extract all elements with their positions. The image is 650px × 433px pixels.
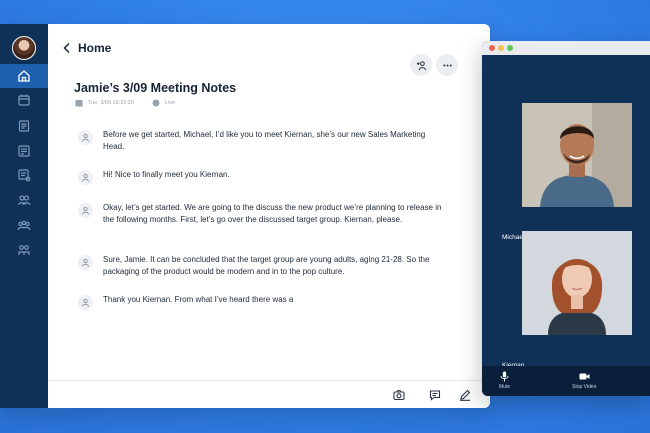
edit-button[interactable] xyxy=(458,388,472,402)
sidebar-item-notes[interactable] xyxy=(0,114,48,138)
list-item: Okay, let’s get started. We are going to… xyxy=(78,202,448,225)
sidebar-rail xyxy=(0,24,48,408)
comment-icon xyxy=(429,390,441,401)
camera-icon xyxy=(393,389,405,401)
window-minimize-button[interactable] xyxy=(498,45,504,51)
more-options-button[interactable] xyxy=(436,54,458,76)
stop-video-label: Stop Video xyxy=(572,384,597,390)
video-call-window: Michael Kiernan Mute xyxy=(482,41,650,396)
participant-video-michael[interactable] xyxy=(522,103,632,207)
stop-video-button[interactable]: Stop Video xyxy=(572,371,596,390)
mute-button[interactable]: Mute xyxy=(499,371,510,390)
window-titlebar xyxy=(482,41,650,55)
participant-avatar xyxy=(78,203,93,218)
person-icon xyxy=(82,133,89,142)
back-to-home-link[interactable]: Home xyxy=(62,41,111,55)
sidebar-item-shared-notes[interactable] xyxy=(0,163,48,187)
participant-avatar xyxy=(78,295,93,310)
person-icon xyxy=(82,298,89,307)
list-item: Thank you Kiernan. From what I’ve heard … xyxy=(78,294,448,310)
note-title: Jamie’s 3/09 Meeting Notes xyxy=(74,81,237,95)
sidebar-item-teams[interactable] xyxy=(0,238,48,262)
participant-photo xyxy=(522,103,632,207)
people-icon xyxy=(17,195,31,206)
note-status: Live xyxy=(164,100,176,106)
sidebar-item-people[interactable] xyxy=(0,188,48,212)
sidebar-item-groups[interactable] xyxy=(0,214,48,238)
document-icon xyxy=(18,120,30,132)
list-item: Sure, Jamie. It can be concluded that th… xyxy=(78,254,448,277)
video-grid: Michael Kiernan xyxy=(482,55,650,369)
list-item: Hi! Nice to finally meet you Kiernan. xyxy=(78,169,448,185)
group-icon xyxy=(17,220,31,231)
person-icon xyxy=(82,258,89,267)
message-text: Hi! Nice to finally meet you Kiernan. xyxy=(103,170,230,179)
call-controls: Mute Stop Video xyxy=(482,366,650,396)
checklist-icon xyxy=(18,145,30,157)
participant-avatar xyxy=(78,130,93,145)
notes-content: Home Jamie’s 3/09 Meeting Notes Tue, 3/0… xyxy=(48,24,490,408)
sidebar-item-calendar[interactable] xyxy=(0,88,48,112)
message-text: Before we get started, Michael, I’d like… xyxy=(103,130,426,151)
person-icon xyxy=(82,206,89,215)
calendar-small-icon xyxy=(75,100,83,107)
message-text: Thank you Kiernan. From what I’ve heard … xyxy=(103,295,294,304)
video-camera-icon xyxy=(579,373,590,380)
camera-button[interactable] xyxy=(392,388,406,402)
calendar-icon xyxy=(18,94,30,106)
note-toolbar xyxy=(48,380,490,408)
note-meta: Tue, 3/09 18:15:20 Live xyxy=(75,99,175,107)
sidebar-item-home[interactable] xyxy=(0,64,48,88)
participant-video-kiernan[interactable] xyxy=(522,231,632,335)
chevron-left-icon xyxy=(63,42,70,54)
mute-label: Mute xyxy=(499,384,511,390)
note-date: Tue, 3/09 18:15:20 xyxy=(88,100,134,106)
microphone-icon xyxy=(500,371,509,382)
participant-avatar xyxy=(78,255,93,270)
more-horizontal-icon xyxy=(442,63,452,67)
message-text: Sure, Jamie. It can be concluded that th… xyxy=(103,255,430,276)
add-person-icon xyxy=(416,60,426,70)
home-icon xyxy=(18,70,30,82)
page-title: Home xyxy=(78,41,112,55)
add-person-button[interactable] xyxy=(410,54,432,76)
user-avatar[interactable] xyxy=(12,36,36,60)
notes-app-window: Home Jamie’s 3/09 Meeting Notes Tue, 3/0… xyxy=(0,24,490,408)
shared-document-icon xyxy=(18,169,31,182)
pencil-icon xyxy=(460,389,471,401)
window-maximize-button[interactable] xyxy=(507,45,513,51)
participant-avatar xyxy=(78,170,93,185)
comment-button[interactable] xyxy=(428,388,442,402)
window-close-button[interactable] xyxy=(489,45,495,51)
list-item: Before we get started, Michael, I’d like… xyxy=(78,129,448,152)
sidebar-item-tasks[interactable] xyxy=(0,139,48,163)
participant-photo xyxy=(522,231,632,335)
live-clock-icon xyxy=(152,99,160,107)
team-icon xyxy=(18,245,30,255)
message-text: Okay, let’s get started. We are going to… xyxy=(103,203,442,224)
person-icon xyxy=(82,173,89,182)
